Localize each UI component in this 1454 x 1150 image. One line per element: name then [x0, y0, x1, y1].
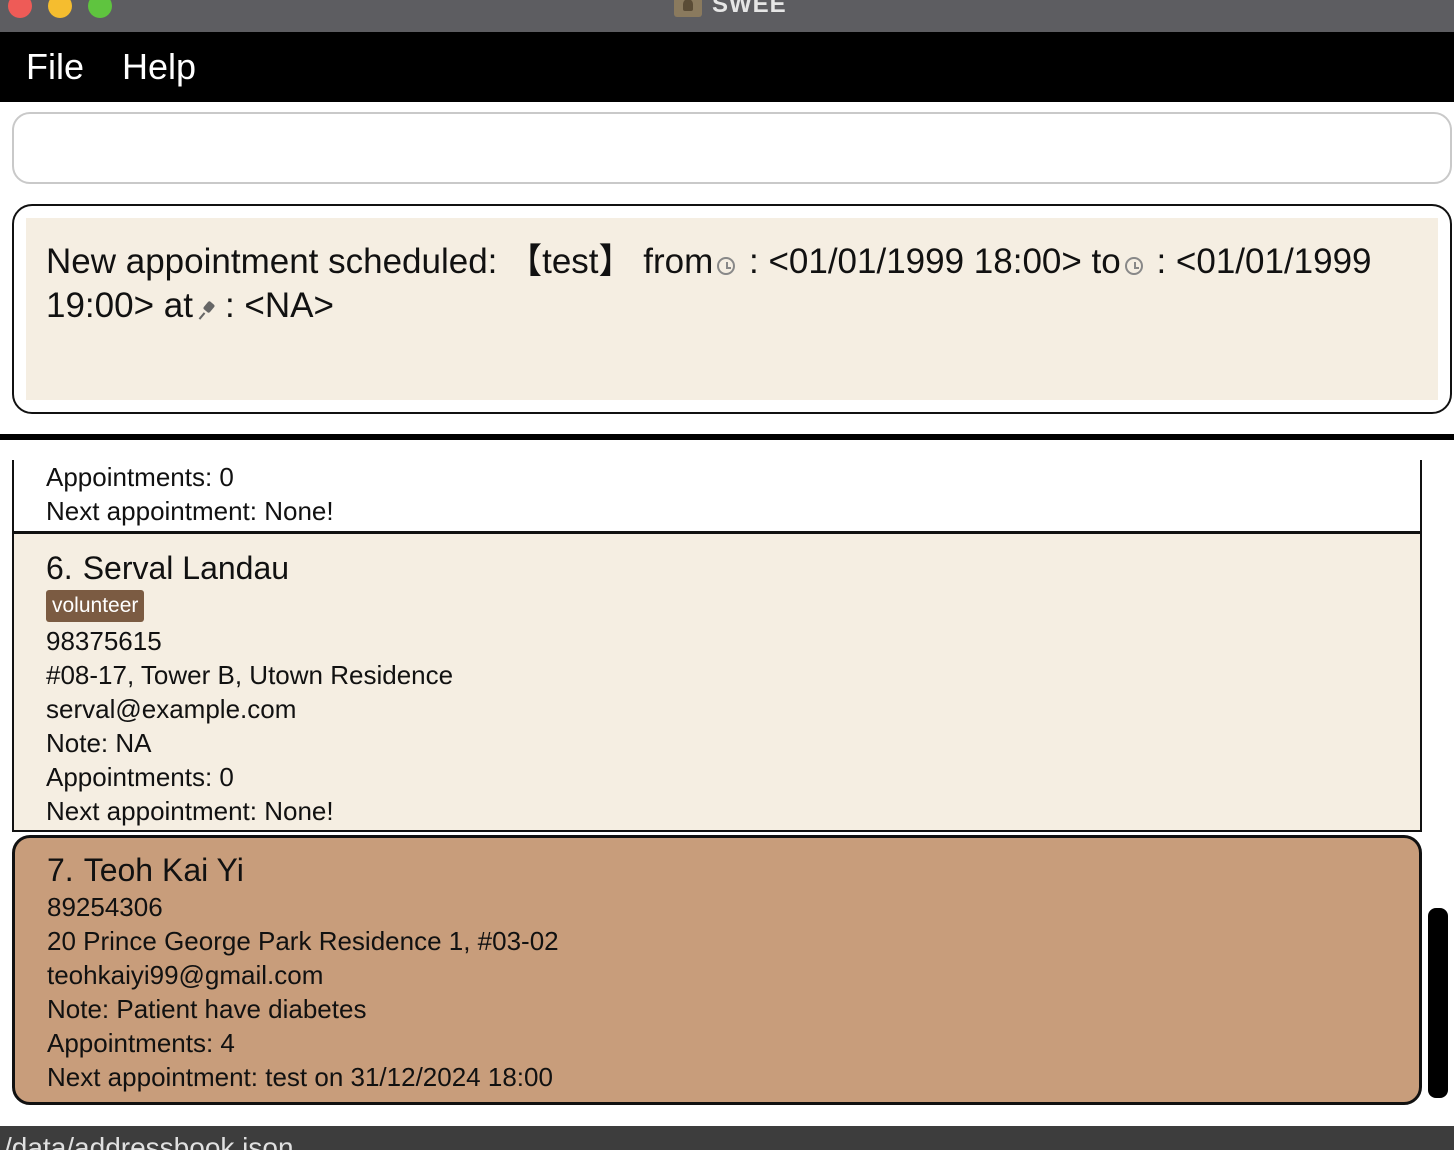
window-title: SWEE: [712, 0, 787, 18]
person-card[interactable]: Appointments: 0 Next appointment: None!: [12, 460, 1422, 534]
person-email: teohkaiyi99@gmail.com: [47, 960, 324, 990]
status-file-path: /data/addressbook.json: [4, 1132, 294, 1150]
person-phone: 89254306: [47, 892, 163, 922]
title-bar: SWEE: [0, 0, 1454, 32]
person-index: 7.: [47, 852, 74, 888]
pin-icon: [199, 301, 217, 319]
person-tag: volunteer: [46, 590, 145, 622]
person-name-row: 6. Serval Landau: [14, 548, 1420, 588]
person-phone: 98375615: [46, 626, 162, 656]
person-address: 20 Prince George Park Residence 1, #03-0…: [47, 926, 559, 956]
address-book-icon: [674, 0, 702, 17]
result-location-value: : <NA>: [224, 286, 334, 325]
result-display: New appointment scheduled: 【test】 from :…: [12, 204, 1452, 414]
person-index: 6.: [46, 550, 73, 586]
list-scrollbar-thumb[interactable]: [1428, 908, 1448, 1098]
person-name: Serval Landau: [82, 550, 290, 586]
result-line2-start: 19:00> at: [46, 286, 193, 325]
person-next-appointment: Next appointment: None!: [46, 496, 334, 526]
person-next-appointment: Next appointment: None!: [46, 796, 334, 826]
menu-file[interactable]: File: [26, 46, 84, 88]
person-address: #08-17, Tower B, Utown Residence: [46, 660, 454, 690]
menu-help[interactable]: Help: [122, 46, 196, 88]
person-note: Note: NA: [46, 728, 152, 758]
window-title-group: SWEE: [674, 0, 787, 18]
person-appointments: Appointments: 0: [46, 762, 234, 792]
result-prefix: New appointment scheduled: 【test】 from: [46, 242, 714, 281]
minimize-window-button[interactable]: [48, 0, 72, 18]
person-note: Note: Patient have diabetes: [47, 994, 367, 1024]
person-appointments: Appointments: 4: [47, 1028, 235, 1058]
result-text-area[interactable]: New appointment scheduled: 【test】 from :…: [26, 218, 1438, 400]
status-bar: /data/addressbook.json: [0, 1126, 1454, 1150]
result-from-value: : <01/01/1999 18:00> to: [749, 242, 1121, 281]
clock-icon: [717, 257, 736, 275]
result-to-value: : <01/01/1999: [1156, 242, 1372, 281]
maximize-window-button[interactable]: [88, 0, 112, 18]
command-box: [12, 112, 1452, 184]
person-list[interactable]: Appointments: 0 Next appointment: None! …: [0, 440, 1454, 1126]
menu-bar: File Help: [0, 32, 1454, 102]
person-card-selected[interactable]: 7. Teoh Kai Yi 89254306 20 Prince George …: [12, 835, 1422, 1105]
person-email: serval@example.com: [46, 694, 297, 724]
person-name-row: 7. Teoh Kai Yi: [15, 850, 1419, 890]
person-name: Teoh Kai Yi: [83, 852, 244, 888]
command-input[interactable]: [14, 114, 1450, 182]
person-next-appointment: Next appointment: test on 31/12/2024 18:…: [47, 1062, 553, 1092]
clock-icon: [1124, 257, 1143, 275]
person-appointments: Appointments: 0: [46, 462, 234, 492]
person-card[interactable]: 6. Serval Landau volunteer 98375615 #08-1…: [12, 534, 1422, 832]
close-window-button[interactable]: [8, 0, 32, 18]
